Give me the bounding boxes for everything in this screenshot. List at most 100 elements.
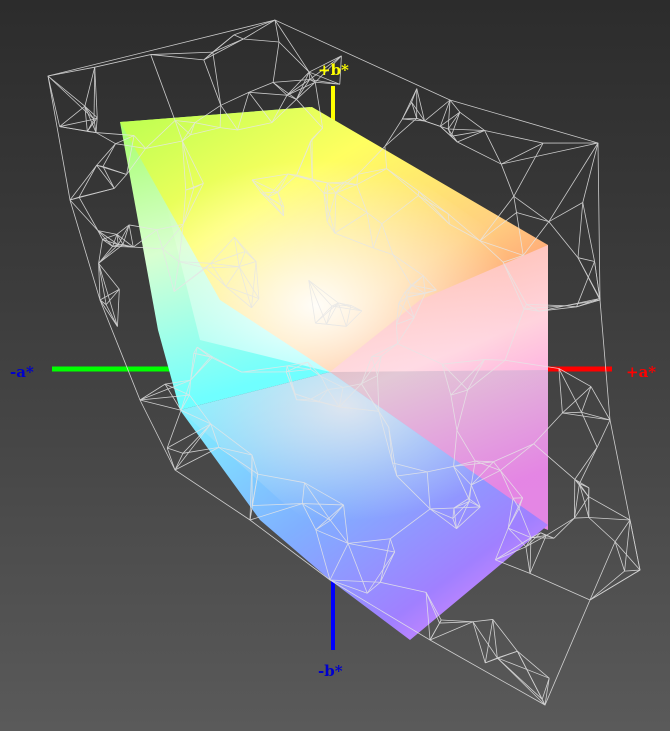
wireframe-edge [516,212,549,223]
wireframe-edge [212,52,222,106]
wireframe-edge [472,619,493,623]
wireframe-edge [574,483,580,519]
wireframe-edge [93,67,96,120]
wireframe-edge [459,111,485,131]
wireframe-edge [212,38,244,53]
wireframe-edge [278,41,310,73]
wireframe-edge [411,102,418,119]
wireframe-edge [596,419,611,448]
wireframe-edge [484,130,544,144]
wireframe-edge [548,221,579,258]
wireframe-edge [78,187,115,198]
gamut-solid [120,107,548,640]
wireframe-edge [105,289,120,305]
wireframe-edge [166,410,182,449]
wireframe-edge [582,202,595,262]
wireframe-edge [429,621,474,641]
wireframe-edge [233,34,244,40]
axis-label-minus-b: -b* [318,662,343,680]
wireframe-edge [98,263,120,290]
wireframe-edge [248,91,288,96]
wireframe-edge [203,59,222,106]
wireframe-edge [589,570,625,601]
wireframe-edge [95,117,98,133]
wireframe-edge [589,569,641,601]
wireframe-edge [497,657,543,700]
wireframe-edge [579,483,590,518]
wireframe-edge [558,368,563,413]
wireframe-edge [588,517,616,543]
wireframe-edge [501,142,599,165]
wireframe-edge [457,130,485,143]
wireframe-edge [517,651,543,700]
wireframe-edge [517,650,550,679]
wireframe-edge [548,202,583,223]
wireframe-edge [553,517,575,539]
wireframe-edge [497,657,550,679]
wireframe-edge [78,165,98,198]
wireframe-edge [84,67,96,107]
wireframe-edge [139,399,182,411]
wireframe-edge [112,234,118,247]
wireframe-edge [545,517,575,536]
wireframe-edge [98,244,124,264]
wireframe-edge [78,196,99,231]
wireframe-edge [69,165,97,201]
wireframe-edge [529,535,547,574]
wireframe-edge [439,621,473,624]
wireframe-edge [416,117,441,127]
wireframe-edge [117,289,120,327]
wireframe-edge [577,202,584,258]
wireframe-edge [589,541,616,601]
wireframe-edge [495,559,531,574]
wireframe-edge [150,54,204,61]
wireframe-edge [96,165,115,189]
wireframe-edge [525,546,531,574]
axis-label-plus-b: +b* [318,61,349,79]
wireframe-edge [94,67,98,118]
wireframe-edge [87,131,97,133]
wireframe-edge [150,54,176,121]
wireframe-edge [574,479,589,497]
wireframe-edge [588,496,631,521]
wireframe-edge [166,447,176,471]
wireframe-edge [500,163,515,197]
wireframe-edge [513,195,550,222]
wireframe-edge [562,412,611,421]
wireframe-edge [384,118,417,147]
wireframe-edge [562,411,582,414]
wireframe-edge [102,143,116,167]
wireframe-edge [574,517,589,519]
wireframe-edge [286,79,310,96]
wireframe-edge [416,88,425,122]
wireframe-edge [574,447,598,480]
wireframe-edge [513,196,517,213]
wireframe-edge [582,142,599,203]
wireframe-edge [548,142,599,222]
wireframe-edge [113,174,127,189]
wireframe-edge [441,619,473,623]
wireframe-edge [99,288,120,301]
wireframe-edge [457,141,502,165]
wireframe-edge [220,91,250,106]
wireframe-edge [588,517,631,521]
wireframe-edge [128,224,134,248]
wireframe-edge [624,519,631,572]
wireframe-edge [174,423,212,471]
wireframe-edge [574,496,589,519]
wireframe-edge [484,130,502,165]
wireframe-edge [541,678,550,700]
wireframe-edge [501,142,544,165]
wireframe-edge [614,541,625,572]
wireframe-edge [562,386,592,414]
wireframe-edge [529,573,591,601]
wireframe-edge [203,38,244,61]
wireframe-edge [485,657,498,664]
wireframe-edge [243,38,280,43]
wireframe-edge [94,54,151,68]
gamut-3d-view: -a* +a* +b* -b* [10,19,656,706]
wireframe-edge [513,142,544,197]
wireframe-edge [579,447,598,484]
axis-label-minus-a: -a* [10,363,34,381]
wireframe-edge [47,75,61,127]
